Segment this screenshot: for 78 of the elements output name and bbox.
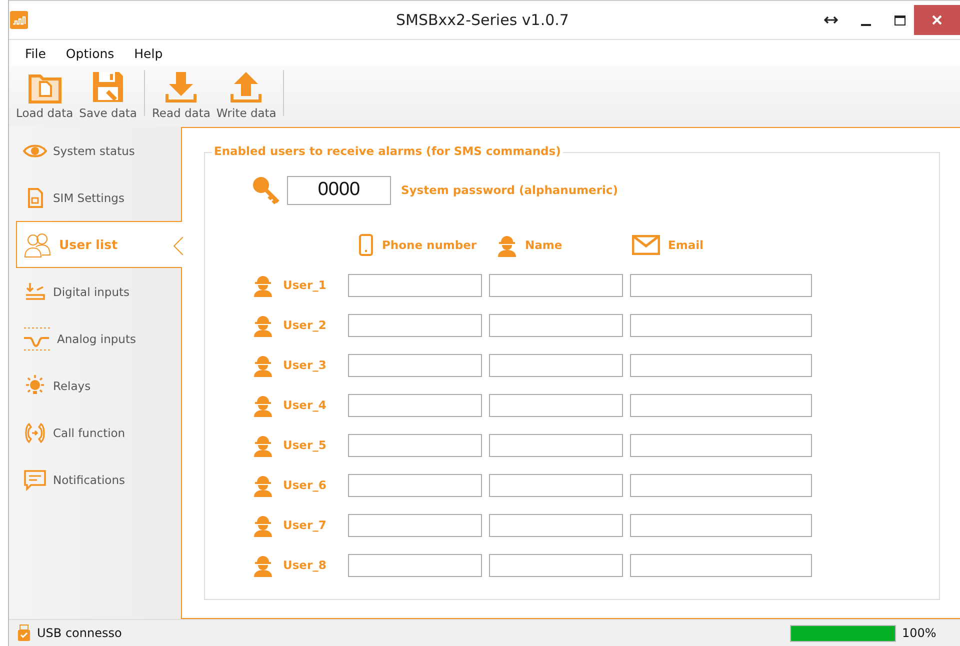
phone-field[interactable] (348, 554, 482, 576)
worker-icon (253, 273, 273, 297)
name-field[interactable] (489, 474, 623, 496)
double-arrow-icon (824, 15, 838, 25)
email-field[interactable] (630, 274, 812, 296)
toolbar-button[interactable]: Write data (213, 70, 280, 120)
close-button[interactable] (914, 5, 960, 35)
key-icon (251, 175, 281, 205)
menu-item[interactable]: File (17, 44, 54, 66)
user-label: User_5 (283, 438, 326, 452)
user-label: User_2 (283, 318, 326, 332)
envelope-icon (632, 235, 660, 255)
close-icon (931, 14, 943, 26)
email-field[interactable] (630, 554, 812, 576)
minimize-icon (861, 24, 871, 26)
sidebar-item[interactable]: Notifications (16, 456, 181, 503)
email-field[interactable] (630, 514, 812, 536)
mobile-phone-icon (358, 234, 374, 256)
worker-icon (253, 553, 273, 577)
menu-item[interactable]: Help (126, 44, 171, 66)
column-header: Phone number (382, 238, 477, 252)
folder-icon (28, 72, 62, 104)
worker-icon (253, 393, 273, 417)
phone-field[interactable] (348, 274, 482, 296)
column-header: Name (525, 238, 562, 252)
name-field[interactable] (489, 554, 623, 576)
sidebar-item[interactable]: Call function (16, 409, 181, 456)
chat-message-icon (23, 468, 47, 492)
password-field[interactable]: 0000 (287, 176, 391, 204)
phone-field[interactable] (348, 474, 482, 496)
toolbar-button[interactable]: Load data (13, 72, 76, 120)
phone-field[interactable] (348, 314, 482, 336)
user-label: User_6 (283, 478, 326, 492)
sidebar-item[interactable]: System status (16, 127, 181, 174)
maximize-icon (894, 14, 906, 26)
phone-field[interactable] (348, 354, 482, 376)
email-field[interactable] (630, 354, 812, 376)
sidebar-item[interactable]: Analog inputs (16, 315, 181, 362)
email-field[interactable] (630, 314, 812, 336)
name-field[interactable] (489, 434, 623, 456)
worker-icon (253, 473, 273, 497)
status-text: USB connesso (37, 626, 123, 640)
sidebar-item[interactable]: SIM Settings (16, 174, 181, 221)
call-forward-icon (23, 420, 47, 444)
worker-icon (253, 353, 273, 377)
user-label: User_1 (283, 278, 326, 292)
email-field[interactable] (630, 434, 812, 456)
phone-field[interactable] (348, 514, 482, 536)
name-field[interactable] (489, 274, 623, 296)
name-field[interactable] (489, 514, 623, 536)
download-icon (164, 70, 198, 104)
column-header: Email (668, 238, 704, 252)
upload-icon (229, 70, 264, 104)
name-field[interactable] (489, 354, 623, 376)
user-label: User_4 (283, 398, 326, 412)
phone-field[interactable] (348, 394, 482, 416)
worker-icon (497, 233, 517, 257)
user-label: User_7 (283, 518, 326, 532)
sidebar-item[interactable]: Relays (16, 362, 181, 409)
user-label: User_8 (283, 558, 326, 572)
toolbar-button[interactable]: Read data (148, 70, 214, 120)
menu-item[interactable]: Options (58, 44, 122, 66)
worker-icon (253, 313, 273, 337)
sidebar-item[interactable]: Digital inputs (16, 268, 181, 315)
worker-icon (253, 513, 273, 537)
toolbar-button[interactable]: Save data (76, 70, 140, 120)
name-field[interactable] (489, 394, 623, 416)
analog-wave-icon (23, 326, 51, 352)
window-title: SMSBxx2-Series v1.0.7 (395, 11, 570, 29)
group-title: Enabled users to receive alarms (for SMS commands) (212, 144, 563, 158)
worker-icon (253, 433, 273, 457)
progress-reading: 100% (902, 626, 938, 640)
password-label: System password (alphanumeric) (401, 183, 618, 197)
email-field[interactable] (630, 474, 812, 496)
name-field[interactable] (489, 314, 623, 336)
user-label: User_3 (283, 358, 326, 372)
email-field[interactable] (630, 394, 812, 416)
phone-field[interactable] (348, 434, 482, 456)
